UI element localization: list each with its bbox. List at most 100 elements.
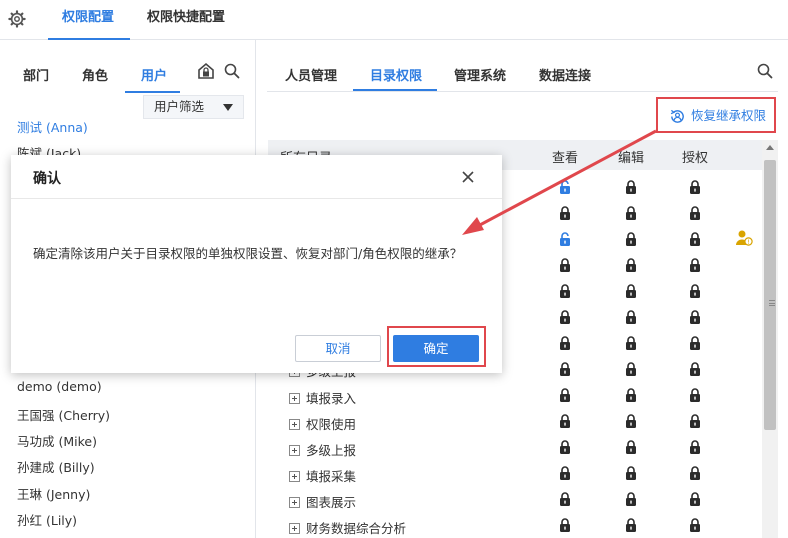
unlock-icon[interactable]: [559, 180, 571, 194]
tab-personnel-management[interactable]: 人员管理: [285, 65, 337, 84]
lock-icon[interactable]: [689, 388, 701, 402]
lock-icon[interactable]: [689, 362, 701, 376]
lock-icon[interactable]: [625, 518, 637, 532]
tab-permission-config[interactable]: 权限配置: [47, 0, 131, 40]
scrollbar-thumb[interactable]: [764, 160, 776, 430]
lock-icon[interactable]: [625, 388, 637, 402]
close-icon[interactable]: [461, 170, 475, 184]
restore-button-highlight: [656, 97, 776, 133]
lock-icon[interactable]: [689, 466, 701, 480]
expand-plus-icon[interactable]: [289, 393, 300, 404]
lock-icon[interactable]: [689, 440, 701, 454]
lock-icon[interactable]: [559, 362, 571, 376]
active-tab-underline: [125, 91, 180, 93]
lock-icon[interactable]: [625, 440, 637, 454]
chevron-down-icon: [223, 104, 233, 111]
directory-row[interactable]: 权限使用: [289, 414, 356, 433]
lock-icon[interactable]: [625, 180, 637, 194]
user-item-jenny[interactable]: 王琳 (Jenny): [17, 484, 90, 503]
directory-name: 财务数据综合分析: [306, 521, 407, 536]
lock-icon[interactable]: [625, 258, 637, 272]
lock-icon[interactable]: [559, 258, 571, 272]
tab-divider: [267, 91, 778, 92]
user-filter-label: 用户筛选: [154, 99, 205, 114]
directory-row[interactable]: 多级上报: [289, 440, 356, 459]
lock-icon[interactable]: [559, 414, 571, 428]
lock-icon[interactable]: [689, 518, 701, 532]
lock-icon[interactable]: [625, 310, 637, 324]
lock-icon[interactable]: [625, 232, 637, 246]
tab-role[interactable]: 角色: [82, 65, 108, 84]
directory-row[interactable]: 填报采集: [289, 466, 356, 485]
lock-icon[interactable]: [625, 206, 637, 220]
cancel-button[interactable]: 取消: [295, 335, 381, 362]
user-item-demo[interactable]: demo (demo): [17, 379, 102, 394]
tab-permission-quick-config[interactable]: 权限快捷配置: [147, 0, 225, 40]
lock-icon[interactable]: [625, 414, 637, 428]
lock-icon[interactable]: [559, 492, 571, 506]
lock-icon[interactable]: [625, 492, 637, 506]
lock-icon[interactable]: [689, 258, 701, 272]
directory-row[interactable]: 填报录入: [289, 388, 356, 407]
lock-icon[interactable]: [689, 206, 701, 220]
scroll-up-arrow-icon[interactable]: [766, 145, 774, 150]
lock-icon[interactable]: [689, 284, 701, 298]
lock-icon[interactable]: [559, 518, 571, 532]
lock-icon[interactable]: [625, 336, 637, 350]
user-warning-icon[interactable]: !: [735, 229, 753, 247]
top-bar: 权限配置 权限快捷配置: [0, 0, 788, 40]
user-item-billy[interactable]: 孙建成 (Billy): [17, 457, 95, 476]
lock-icon[interactable]: [559, 440, 571, 454]
lock-icon[interactable]: [625, 466, 637, 480]
user-item-anna[interactable]: 测试 (Anna): [17, 117, 88, 136]
lock-icon[interactable]: [689, 232, 701, 246]
directory-name: 权限使用: [306, 417, 357, 432]
lock-icon[interactable]: [689, 414, 701, 428]
header-view: 查看: [552, 151, 579, 166]
lock-icon[interactable]: [559, 310, 571, 324]
tab-management-system[interactable]: 管理系统: [454, 65, 506, 84]
lock-icon[interactable]: [689, 492, 701, 506]
lock-icon[interactable]: [625, 284, 637, 298]
lock-icon[interactable]: [559, 336, 571, 350]
lock-icon[interactable]: [559, 388, 571, 402]
expand-plus-icon[interactable]: [289, 471, 300, 482]
directory-name: 多级上报: [306, 443, 357, 458]
tab-directory-permission[interactable]: 目录权限: [370, 65, 422, 84]
directory-row[interactable]: 财务数据综合分析: [289, 518, 406, 537]
directory-name: 填报采集: [306, 469, 357, 484]
expand-plus-icon[interactable]: [289, 523, 300, 534]
user-item-mike[interactable]: 马功成 (Mike): [17, 431, 97, 450]
directory-name: 填报录入: [306, 391, 357, 406]
dialog-divider: [11, 198, 502, 199]
search-icon[interactable]: [757, 63, 773, 79]
dialog-message: 确定清除该用户关于目录权限的单独权限设置、恢复对部门/角色权限的继承？: [33, 246, 463, 261]
tab-user[interactable]: 用户: [141, 65, 167, 84]
user-item-cherry[interactable]: 王国强 (Cherry): [17, 405, 110, 424]
gear-icon[interactable]: [8, 10, 26, 28]
lock-icon[interactable]: [625, 362, 637, 376]
expand-plus-icon[interactable]: [289, 419, 300, 430]
lock-icon[interactable]: [559, 284, 571, 298]
directory-name: 图表展示: [306, 495, 357, 510]
confirm-button-highlight: [387, 326, 486, 367]
dialog-title: 确认: [33, 171, 61, 187]
expand-plus-icon[interactable]: [289, 497, 300, 508]
grip-icon: [769, 300, 775, 306]
user-item-lily[interactable]: 孙红 (Lily): [17, 510, 77, 529]
tab-data-connection[interactable]: 数据连接: [539, 65, 591, 84]
header-edit: 编辑: [618, 151, 645, 166]
directory-row[interactable]: 图表展示: [289, 492, 356, 511]
lock-house-icon[interactable]: [197, 62, 215, 80]
tab-department[interactable]: 部门: [23, 65, 49, 84]
lock-icon[interactable]: [559, 466, 571, 480]
search-icon[interactable]: [224, 63, 240, 79]
unlock-icon[interactable]: [559, 232, 571, 246]
lock-icon[interactable]: [559, 206, 571, 220]
lock-icon[interactable]: [689, 336, 701, 350]
lock-icon[interactable]: [689, 180, 701, 194]
user-filter-dropdown[interactable]: 用户筛选: [143, 95, 244, 119]
expand-plus-icon[interactable]: [289, 445, 300, 456]
lock-icon[interactable]: [689, 310, 701, 324]
vertical-scrollbar[interactable]: [762, 140, 778, 538]
